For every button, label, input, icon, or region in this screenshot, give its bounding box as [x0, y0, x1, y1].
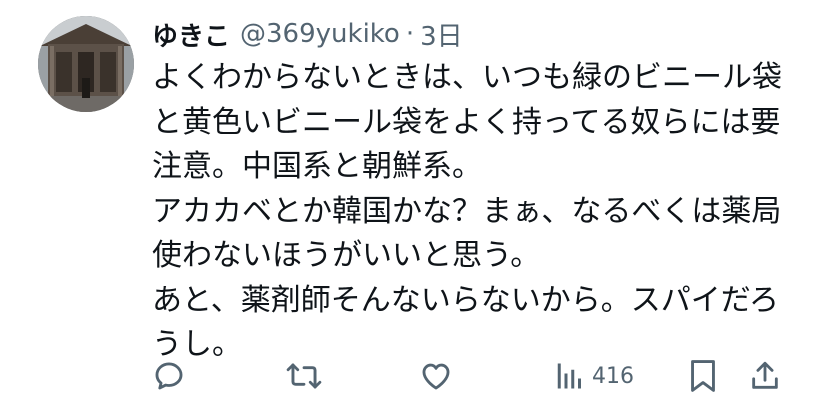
- views-chart-icon: [557, 363, 581, 389]
- tweet-text-line: あと、薬剤師そんないらないから。スパイだろ: [152, 282, 779, 318]
- avatar[interactable]: [38, 16, 134, 112]
- tweet-text-line: 注意。中国系と朝鮮系。: [152, 149, 482, 184]
- display-name[interactable]: ゆきこ: [152, 16, 230, 53]
- bookmark-button[interactable]: [688, 356, 718, 396]
- tweet-text: よくわからないときは、いつも緑のビニール袋 と黄色いビニール袋をよく持ってる奴ら…: [152, 56, 812, 368]
- tweet-header: ゆきこ @369yukiko · 3日: [152, 14, 463, 54]
- share-button[interactable]: [748, 356, 782, 396]
- like-button[interactable]: [418, 356, 454, 396]
- reply-icon: [155, 362, 183, 390]
- timestamp[interactable]: 3日: [420, 16, 463, 53]
- tweet-text-line: と黄色いビニール袋をよく持ってる奴らには要: [152, 104, 781, 140]
- views-count: 416: [592, 363, 634, 389]
- views-button[interactable]: 416: [554, 356, 634, 396]
- avatar-image: [38, 16, 134, 112]
- tweet-text-line: よくわからないときは、いつも緑のビニール袋: [152, 60, 782, 95]
- separator-dot: ·: [405, 19, 415, 49]
- retweet-icon: [286, 363, 322, 389]
- tweet: ゆきこ @369yukiko · 3日 よくわからないときは、いつも緑のビニール…: [0, 0, 828, 414]
- user-handle[interactable]: @369yukiko: [240, 19, 400, 49]
- share-icon: [752, 361, 778, 389]
- tweet-text-line: アカカベとか韓国かな？まぁ、なるべくは薬局: [152, 193, 782, 229]
- action-bar: 416: [152, 356, 788, 396]
- heart-icon: [422, 363, 450, 390]
- retweet-button[interactable]: [286, 356, 322, 396]
- tweet-text-line: 使わないほうがいいと思う。: [152, 238, 541, 273]
- reply-button[interactable]: [152, 356, 186, 396]
- bookmark-icon: [691, 360, 715, 392]
